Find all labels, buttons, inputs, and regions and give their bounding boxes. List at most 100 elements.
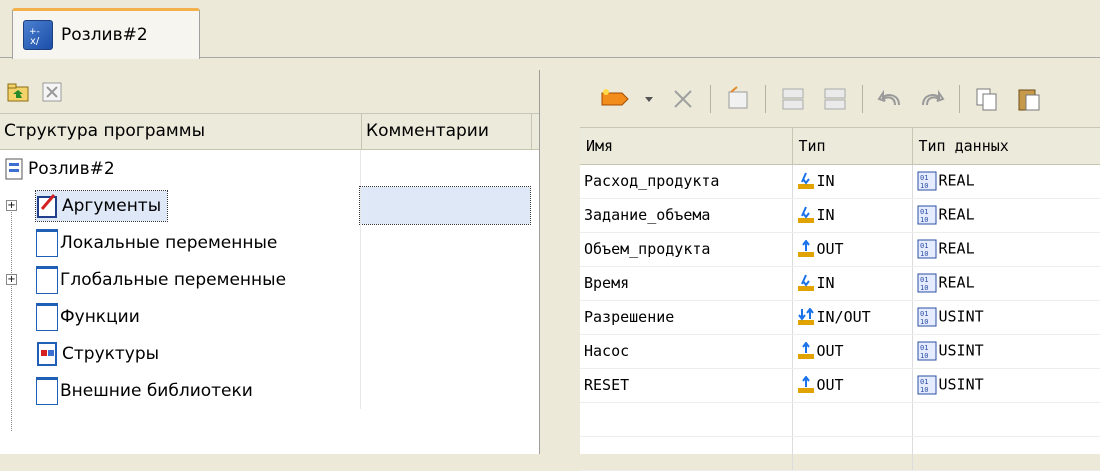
input-arrow-icon — [797, 172, 815, 190]
empty-cell[interactable] — [580, 402, 793, 437]
column-type[interactable]: Тип — [792, 128, 913, 165]
structure-column-header: Структура программы Комментарии — [0, 114, 539, 150]
svg-text:01: 01 — [920, 242, 928, 250]
variable-name[interactable]: Расход_продукта — [580, 164, 793, 199]
variable-type[interactable]: OUT — [792, 334, 913, 369]
tree-item-comment[interactable] — [360, 335, 530, 372]
variable-type[interactable]: OUT — [792, 232, 913, 267]
variable-data-type[interactable]: 01 10 REAL — [912, 198, 1100, 233]
toolbar-separator — [862, 84, 863, 113]
svg-text:10: 10 — [920, 318, 928, 326]
tree-item-local-variables[interactable]: Локальные переменные — [0, 224, 539, 261]
properties-icon[interactable] — [723, 84, 753, 114]
expand-icon[interactable]: + — [6, 200, 17, 211]
empty-row[interactable] — [580, 436, 1100, 471]
redo-icon[interactable] — [917, 84, 947, 114]
tree-item-global-variables[interactable]: + Глобальные переменные — [0, 261, 539, 298]
tree-item-label: Локальные переменные — [60, 232, 278, 253]
input-arrow-icon — [797, 206, 815, 224]
svg-text:x/: x/ — [30, 36, 40, 46]
move-down-icon[interactable] — [820, 84, 850, 114]
folder-up-icon[interactable] — [6, 80, 30, 104]
empty-cell[interactable] — [792, 436, 913, 471]
tree-item-comment[interactable] — [360, 261, 530, 298]
table-body: Расход_продукта IN 01 10 REAL Задание_объема I… — [580, 164, 1100, 471]
variable-type[interactable]: IN — [792, 164, 913, 199]
variable-type[interactable]: IN — [792, 266, 913, 301]
expand-icon[interactable]: + — [6, 274, 17, 285]
tree-item-comment[interactable] — [359, 186, 531, 225]
table-row[interactable]: Объем_продукта OUT 01 10 REAL — [580, 232, 1100, 267]
delete-icon[interactable] — [40, 80, 64, 104]
variable-name[interactable]: Насос — [580, 334, 793, 369]
empty-cell[interactable] — [792, 402, 913, 437]
variable-name[interactable]: Разрешение — [580, 300, 793, 335]
tree-item-label: Структуры — [62, 343, 160, 364]
column-data-type[interactable]: Тип данных — [912, 128, 1100, 165]
variable-name[interactable]: Задание_объема — [580, 198, 793, 233]
variable-data-type[interactable]: 01 10 REAL — [912, 164, 1100, 199]
empty-cell[interactable] — [912, 436, 1100, 471]
structure-pane: Структура программы Комментарии Розлив#2… — [0, 70, 540, 454]
table-row[interactable]: RESET OUT 01 10 USINT — [580, 368, 1100, 403]
variable-type[interactable]: IN — [792, 198, 913, 233]
column-comments[interactable]: Комментарии — [362, 114, 532, 149]
tree-item-comment[interactable] — [360, 298, 530, 335]
tree-item-comment[interactable] — [360, 372, 530, 409]
variable-data-type[interactable]: 01 10 REAL — [912, 266, 1100, 301]
table-header: Имя Тип Тип данных — [580, 128, 1100, 165]
table-row[interactable]: Время IN 01 10 REAL — [580, 266, 1100, 301]
variable-name[interactable]: RESET — [580, 368, 793, 403]
toolbar-separator — [765, 84, 766, 113]
dropdown-icon[interactable] — [642, 84, 656, 114]
copy-icon[interactable] — [972, 84, 1002, 114]
inout-arrow-icon — [797, 307, 815, 326]
svg-text:01: 01 — [920, 208, 928, 216]
move-up-icon[interactable] — [778, 84, 808, 114]
tree-item-comment[interactable] — [360, 224, 530, 261]
tab-strip: +- x/ Розлив#2 — [0, 0, 1100, 59]
empty-cell[interactable] — [912, 402, 1100, 437]
tree-item-root[interactable]: Розлив#2 — [0, 150, 539, 187]
program-icon — [5, 158, 23, 179]
function-icon: +- x/ — [23, 20, 53, 50]
tree-item-comment[interactable] — [360, 150, 530, 187]
svg-text:10: 10 — [920, 386, 928, 394]
column-name[interactable]: Имя — [580, 128, 793, 165]
undo-icon[interactable] — [875, 84, 905, 114]
table-row[interactable]: Задание_объема IN 01 10 REAL — [580, 198, 1100, 233]
tab-program[interactable]: +- x/ Розлив#2 — [12, 8, 200, 59]
data-type-icon: 01 10 — [917, 341, 937, 361]
structure-tree: Розлив#2 + Аргументы Локальные переменны… — [0, 150, 539, 431]
data-type-icon: 01 10 — [917, 205, 937, 225]
svg-text:10: 10 — [920, 182, 928, 190]
delete-variable-icon[interactable] — [668, 84, 698, 114]
variable-name[interactable]: Объем_продукта — [580, 232, 793, 267]
variable-data-type[interactable]: 01 10 USINT — [912, 300, 1100, 335]
tree-item-label: Розлив#2 — [28, 158, 115, 179]
svg-text:01: 01 — [920, 276, 928, 284]
empty-row[interactable] — [580, 402, 1100, 437]
tree-item-label: Аргументы — [62, 195, 162, 216]
document-icon — [36, 228, 58, 257]
variable-data-type[interactable]: 01 10 USINT — [912, 368, 1100, 403]
document-icon — [36, 265, 58, 294]
tree-item-label: Функции — [60, 306, 140, 327]
table-row[interactable]: Расход_продукта IN 01 10 REAL — [580, 164, 1100, 199]
data-type-icon: 01 10 — [917, 307, 937, 327]
variable-data-type[interactable]: 01 10 USINT — [912, 334, 1100, 369]
table-row[interactable]: Разрешение IN/OUT 01 10 USINT — [580, 300, 1100, 335]
tree-item-functions[interactable]: Функции — [0, 298, 539, 335]
table-row[interactable]: Насос OUT 01 10 USINT — [580, 334, 1100, 369]
column-structure[interactable]: Структура программы — [0, 114, 362, 149]
variable-name[interactable]: Время — [580, 266, 793, 301]
variable-type[interactable]: OUT — [792, 368, 913, 403]
paste-icon[interactable] — [1014, 84, 1044, 114]
variable-type[interactable]: IN/OUT — [792, 300, 913, 335]
tree-item-structures[interactable]: Структуры — [0, 335, 539, 372]
variable-data-type[interactable]: 01 10 REAL — [912, 232, 1100, 267]
tree-item-arguments[interactable]: + Аргументы — [0, 186, 539, 225]
empty-cell[interactable] — [580, 436, 793, 471]
tree-item-external-libraries[interactable]: Внешние библиотеки — [0, 372, 539, 409]
add-variable-icon[interactable] — [600, 84, 630, 114]
